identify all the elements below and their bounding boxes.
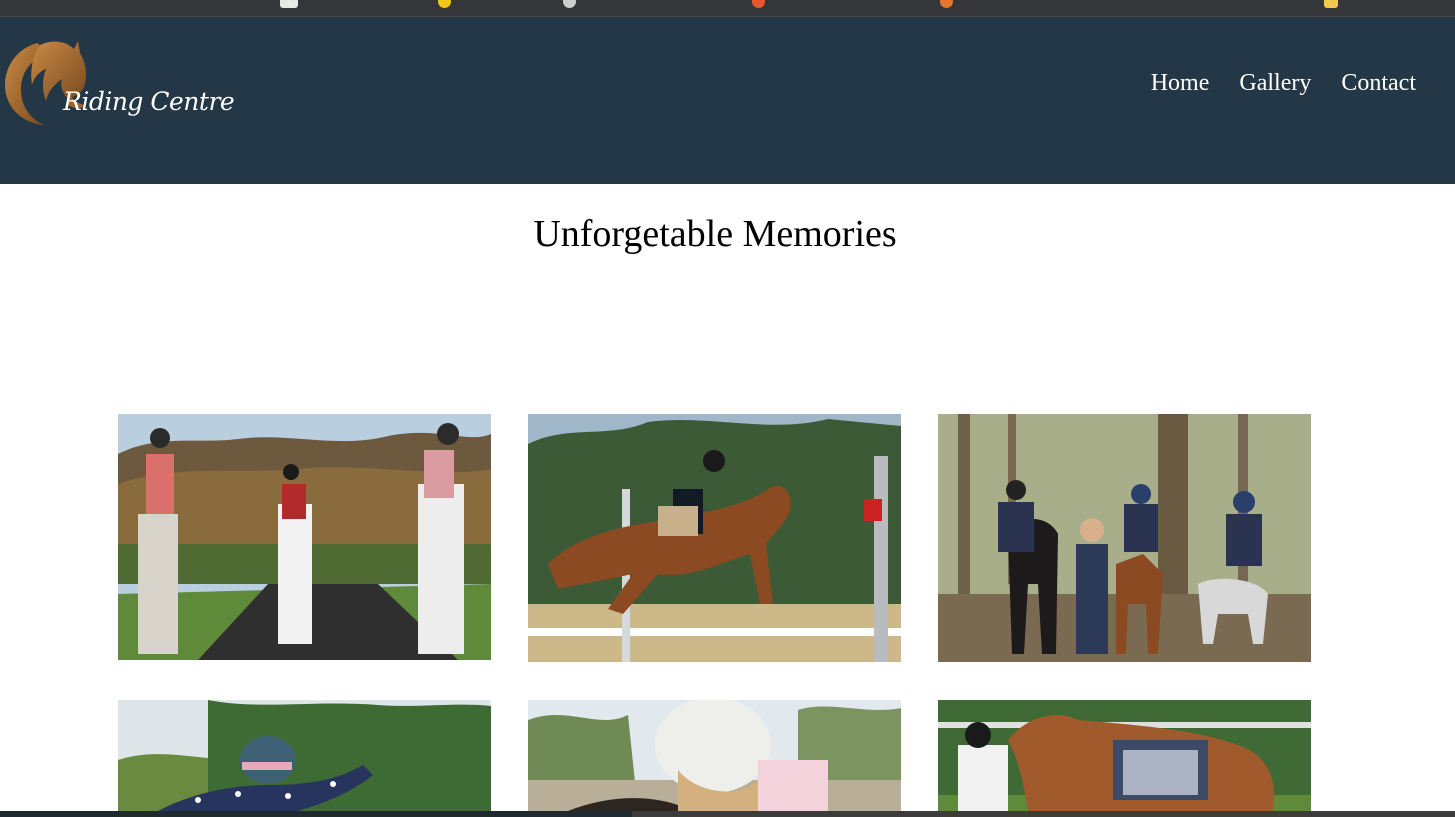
bookmark-favicon[interactable] <box>752 0 765 8</box>
nav-link-gallery[interactable]: Gallery <box>1239 70 1311 97</box>
gallery-photo-show-jump[interactable] <box>528 414 901 662</box>
main-nav: Home Gallery Contact <box>1151 70 1416 97</box>
logo[interactable]: Riding Centre <box>0 35 235 135</box>
nav-link-home[interactable]: Home <box>1151 70 1210 97</box>
bookmark-folder-icon[interactable] <box>1324 0 1338 8</box>
bookmark-favicon[interactable] <box>563 0 576 8</box>
site-header: Riding Centre Home Gallery Contact <box>0 17 1455 184</box>
gallery-photo-woodland-group[interactable] <box>938 414 1311 662</box>
nav-link-contact[interactable]: Contact <box>1341 70 1416 97</box>
scrollbar-thumb[interactable] <box>0 811 632 817</box>
gallery-photo-chestnut-horse[interactable] <box>938 700 1311 811</box>
gallery-photo-riders-lane[interactable] <box>118 414 491 660</box>
gallery-photo-child-arms[interactable] <box>118 700 491 811</box>
gallery-photo-white-helmet[interactable] <box>528 700 901 811</box>
bookmark-favicon[interactable] <box>280 0 298 8</box>
bookmarks-bar <box>0 0 1455 17</box>
logo-text: Riding Centre <box>63 87 235 116</box>
bookmark-favicon[interactable] <box>438 0 451 8</box>
bookmark-favicon[interactable] <box>940 0 953 8</box>
page-title: Unforgetable Memories <box>533 213 897 255</box>
horizontal-scrollbar[interactable] <box>0 811 1455 817</box>
